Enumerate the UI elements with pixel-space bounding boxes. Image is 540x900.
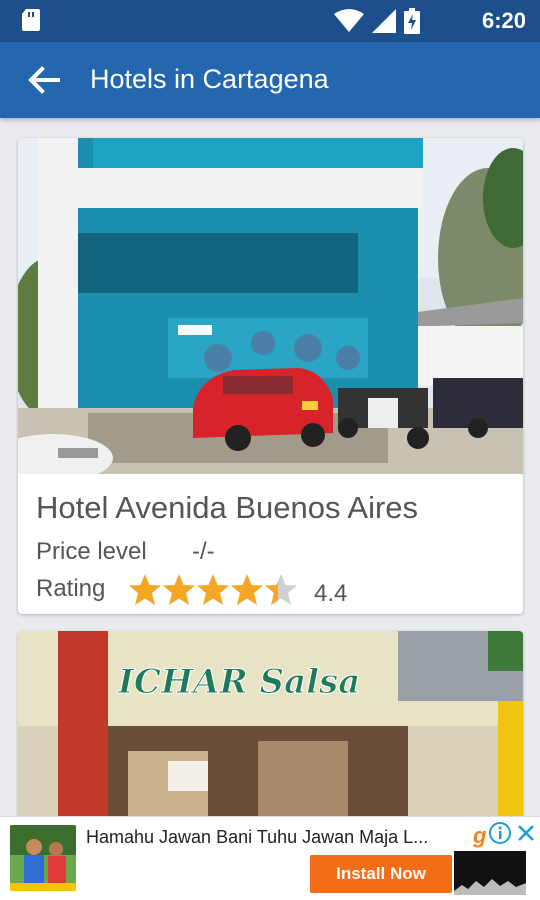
star-icon xyxy=(163,574,195,605)
star-icon xyxy=(231,574,263,605)
star-half-icon xyxy=(265,574,297,605)
hotel-card[interactable]: ICHAR Salsa xyxy=(18,631,523,816)
star-icon xyxy=(197,574,229,605)
arrow-back-icon[interactable] xyxy=(22,58,66,102)
hotel-photo[interactable]: ICHAR Salsa xyxy=(18,631,523,816)
info-icon[interactable] xyxy=(488,821,512,845)
signal-icon xyxy=(372,9,396,33)
ad-title[interactable]: Hamahu Jawan Bani Tuhu Jawan Maja L... xyxy=(86,827,441,848)
ad-preview-image xyxy=(454,851,526,895)
wifi-icon xyxy=(334,9,364,32)
status-bar: 6:20 xyxy=(0,0,540,42)
price-level-value: -/- xyxy=(192,538,215,565)
sd-card-icon xyxy=(22,9,40,31)
install-now-button[interactable]: Install Now xyxy=(310,855,452,893)
ad-brand-icon: g xyxy=(473,823,487,848)
status-time: 6:20 xyxy=(481,8,526,33)
price-level-label: Price level xyxy=(36,538,147,565)
rating-label: Rating xyxy=(36,575,106,602)
hotel-list[interactable]: Hotel Avenida Buenos Aires Price level -… xyxy=(0,118,540,816)
rating-stars xyxy=(129,574,297,605)
hotel-name: Hotel Avenida Buenos Aires xyxy=(36,490,419,525)
star-icon xyxy=(129,574,161,605)
ad-thumbnail[interactable] xyxy=(10,825,76,891)
hotel-photo[interactable] xyxy=(18,138,523,474)
sign-text: ICHAR Salsa xyxy=(117,662,360,702)
app-bar: Hotels in Cartagena xyxy=(0,42,540,118)
status-icons xyxy=(334,8,420,34)
hotel-card[interactable]: Hotel Avenida Buenos Aires Price level -… xyxy=(18,138,523,614)
ad-banner[interactable]: Hamahu Jawan Bani Tuhu Jawan Maja L... g… xyxy=(0,816,540,900)
close-icon[interactable] xyxy=(514,821,538,845)
page-title: Hotels in Cartagena xyxy=(90,64,329,94)
battery-charging-icon xyxy=(404,8,420,34)
rating-value: 4.4 xyxy=(314,580,348,607)
